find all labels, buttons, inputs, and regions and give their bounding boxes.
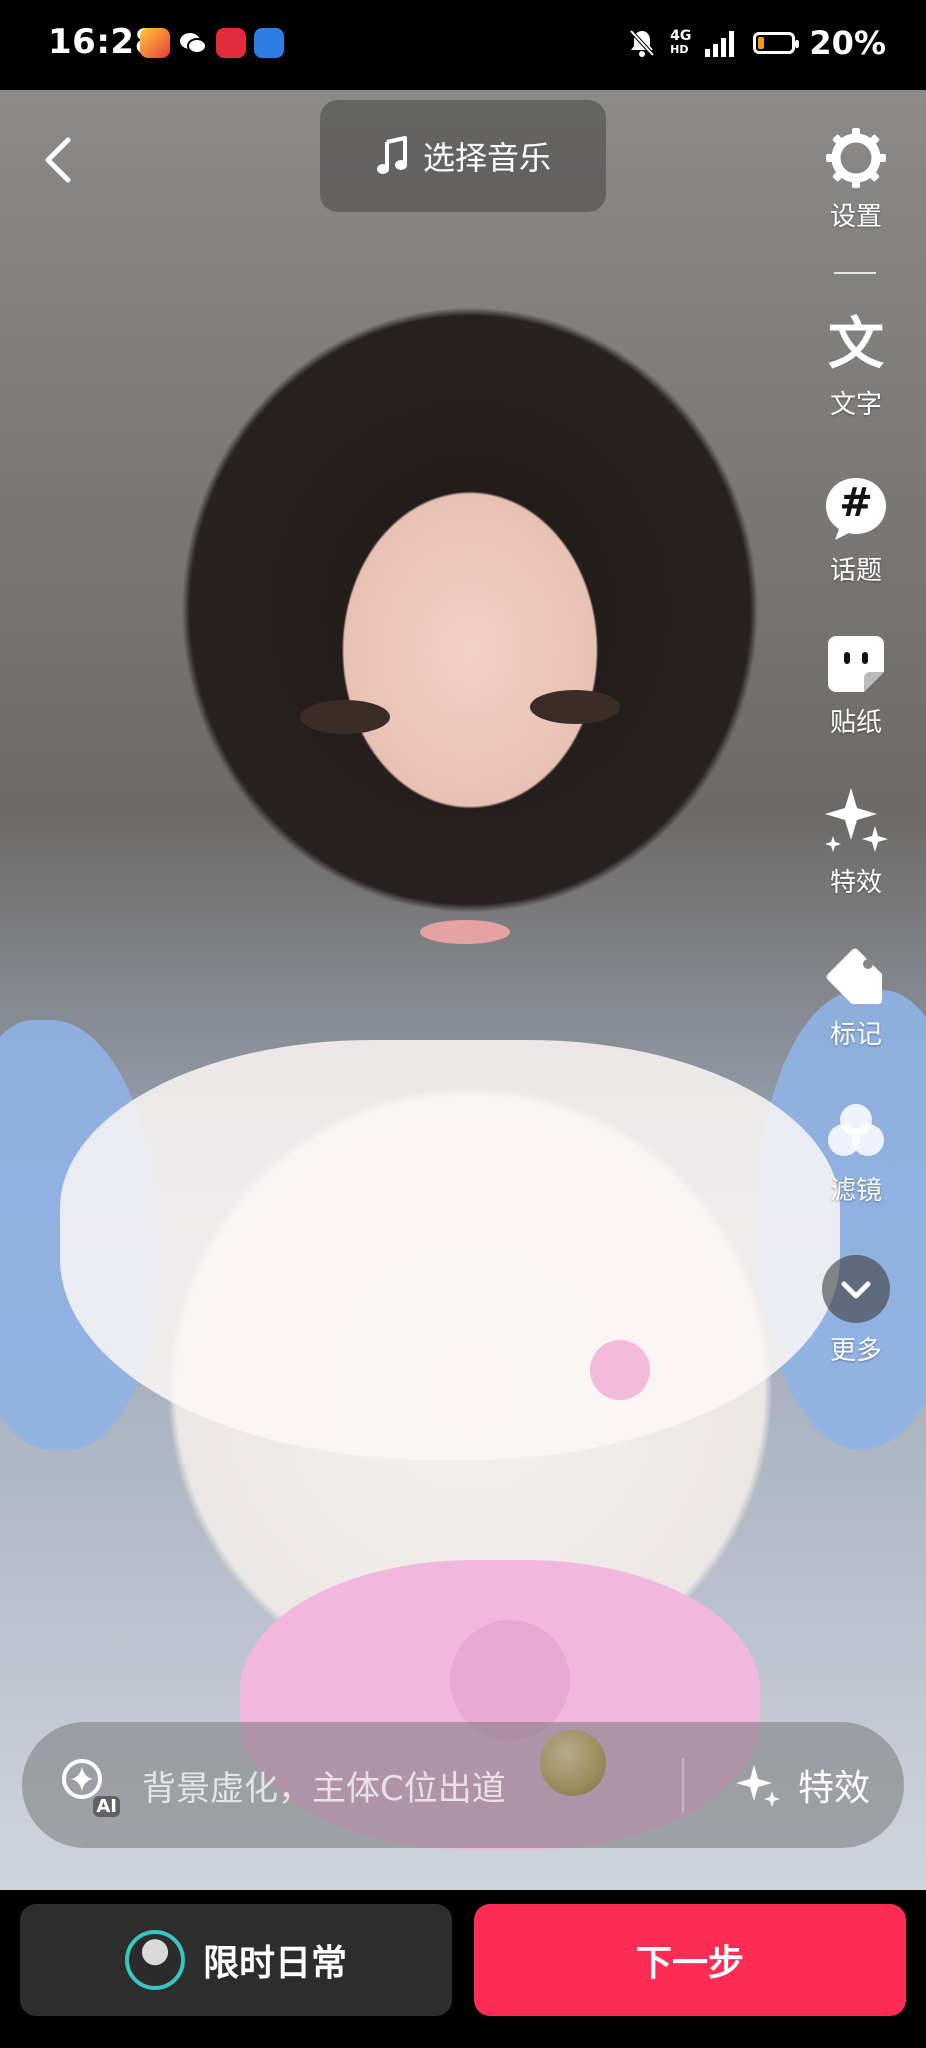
limited-daily-label: 限时日常 <box>202 1943 347 1984</box>
tool-topic-label: 话题 <box>829 556 882 586</box>
back-button[interactable] <box>36 130 80 190</box>
preview-shape <box>420 920 510 944</box>
select-music-label: 选择音乐 <box>422 139 551 177</box>
app-icon-blue <box>254 28 284 58</box>
next-step-button[interactable]: 下一步 <box>474 1904 906 2016</box>
tool-settings-label: 设置 <box>829 202 882 232</box>
sticker-icon <box>828 636 884 692</box>
ai-sparkle-icon: AI <box>56 1755 120 1817</box>
bottom-action-bar: 限时日常 下一步 <box>0 1890 926 2048</box>
tool-settings[interactable]: 设置 <box>806 126 906 233</box>
limited-daily-button[interactable]: 限时日常 <box>20 1904 452 2016</box>
tool-text[interactable]: 文 文字 <box>806 312 906 421</box>
tool-sticker-label: 贴纸 <box>829 708 882 738</box>
tool-divider <box>834 272 876 274</box>
ai-suggestion-text: 背景虚化，主体C位出道 <box>142 1768 506 1809</box>
filter-circles-icon <box>828 1104 884 1156</box>
hashtag-glyph: # <box>839 480 873 526</box>
select-music-button[interactable]: 选择音乐 <box>320 100 606 212</box>
battery-level-fill <box>758 37 765 49</box>
tool-effects[interactable]: 特效 <box>806 786 906 899</box>
tool-more-label: 更多 <box>829 1336 882 1366</box>
tool-tag[interactable]: 标记 <box>806 944 906 1051</box>
tool-text-label: 文字 <box>829 390 882 420</box>
preview-shape <box>590 1340 650 1400</box>
tool-sticker[interactable]: 贴纸 <box>806 632 906 739</box>
network-type: 4G HD <box>670 28 692 56</box>
text-icon: 文 <box>828 312 884 377</box>
camera-edit-screen: 16:28 4G HD 20% 选择音乐 设置 文 文字 # 话题 贴纸 特效 … <box>0 0 926 2048</box>
wechat-icon <box>178 28 208 58</box>
battery-icon <box>753 32 800 54</box>
status-bar: 16:28 4G HD 20% <box>0 0 926 90</box>
suggestion-effects-label: 特效 <box>798 1768 871 1809</box>
gear-icon <box>826 128 886 188</box>
suggestion-divider <box>682 1758 684 1812</box>
music-note-icon <box>376 136 407 174</box>
battery-percent: 20% <box>809 24 886 62</box>
app-icon-game <box>140 28 170 58</box>
tag-icon <box>826 948 882 1004</box>
status-indicators: 4G HD 20% <box>628 24 886 62</box>
tool-filter-label: 滤镜 <box>829 1176 882 1206</box>
tool-tag-label: 标记 <box>829 1020 882 1050</box>
tool-filter[interactable]: 滤镜 <box>806 1100 906 1207</box>
preview-shape <box>530 690 620 724</box>
avatar <box>124 1930 185 1990</box>
signal-icon <box>705 31 735 57</box>
tool-effects-label: 特效 <box>829 868 882 898</box>
next-step-label: 下一步 <box>635 1943 744 1984</box>
preview-shape <box>300 700 390 734</box>
suggestion-effects-button[interactable]: 特效 <box>734 1722 870 1848</box>
ai-label: AI <box>93 1796 120 1817</box>
chevron-down-icon <box>822 1255 890 1323</box>
sparkles-icon <box>736 1765 780 1807</box>
tool-more[interactable]: 更多 <box>806 1254 906 1367</box>
camera-preview[interactable] <box>0 90 926 1890</box>
app-icon-red <box>216 28 246 58</box>
mute-bell-icon <box>629 29 655 57</box>
ai-suggestion-bar[interactable]: AI 背景虚化，主体C位出道 特效 <box>22 1722 904 1848</box>
chevron-left-icon <box>45 137 71 183</box>
tool-topic[interactable]: # 话题 <box>806 474 906 587</box>
preview-shape <box>60 1040 840 1460</box>
sparkles-icon <box>825 788 888 852</box>
